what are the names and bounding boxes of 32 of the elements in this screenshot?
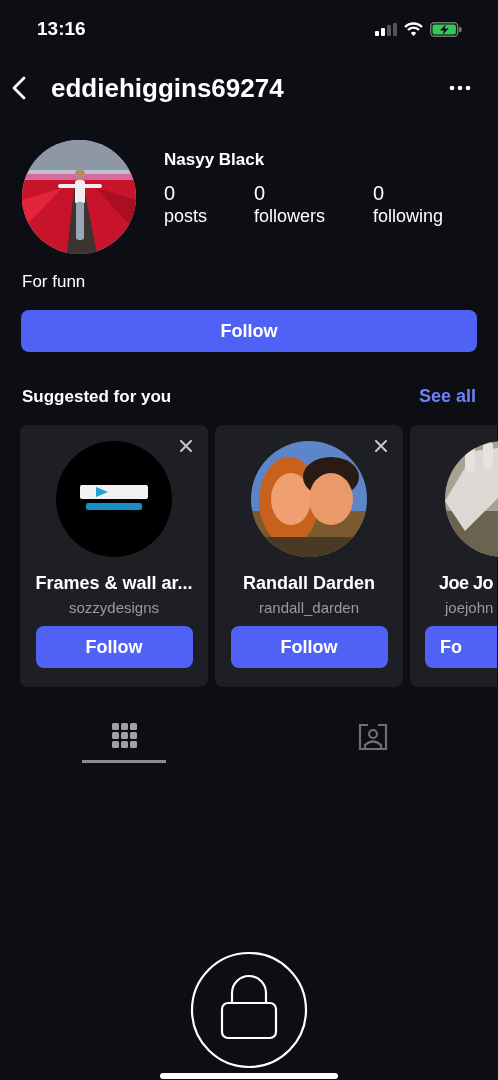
follow-button[interactable]: Follow [35,626,193,668]
stat-label: posts [164,206,209,227]
status-time: 13:16 [37,18,86,40]
suggestion-username: joejohn [445,599,494,616]
see-all-link[interactable]: See all [418,386,476,407]
signal-icon [375,22,397,36]
suggestion-username: randall_darden [258,599,360,616]
person-tag-icon [357,723,388,751]
suggestion-name: Frames & wall ar... [35,573,193,594]
follow-button[interactable]: Follow [230,626,388,668]
section-title: Suggested for you [22,386,172,407]
suggestion-username: sozzydesigns [68,599,159,616]
follow-button[interactable]: Fo [425,626,497,668]
close-icon[interactable] [375,440,387,452]
display-name: Nasyy Black [164,150,266,170]
stat-count: 0 [254,182,267,205]
stat-label: following [373,206,444,227]
battery-charging-icon [430,21,462,37]
follow-button[interactable]: Follow [21,310,477,352]
lock-icon [190,951,308,1069]
stat-label: followers [254,206,327,227]
grid-icon [111,723,137,748]
back-icon[interactable] [12,76,26,100]
profile-bio: For funn [21,272,87,292]
suggestion-name: Joe Jo [439,573,494,594]
stat-count: 0 [373,182,386,205]
more-icon[interactable] [449,85,471,91]
wifi-icon [404,22,423,36]
stat-count: 0 [164,182,177,205]
close-icon[interactable] [180,440,192,452]
profile-username: eddiehiggins69274 [51,72,285,104]
suggestion-name: Randall Darden [243,573,375,594]
